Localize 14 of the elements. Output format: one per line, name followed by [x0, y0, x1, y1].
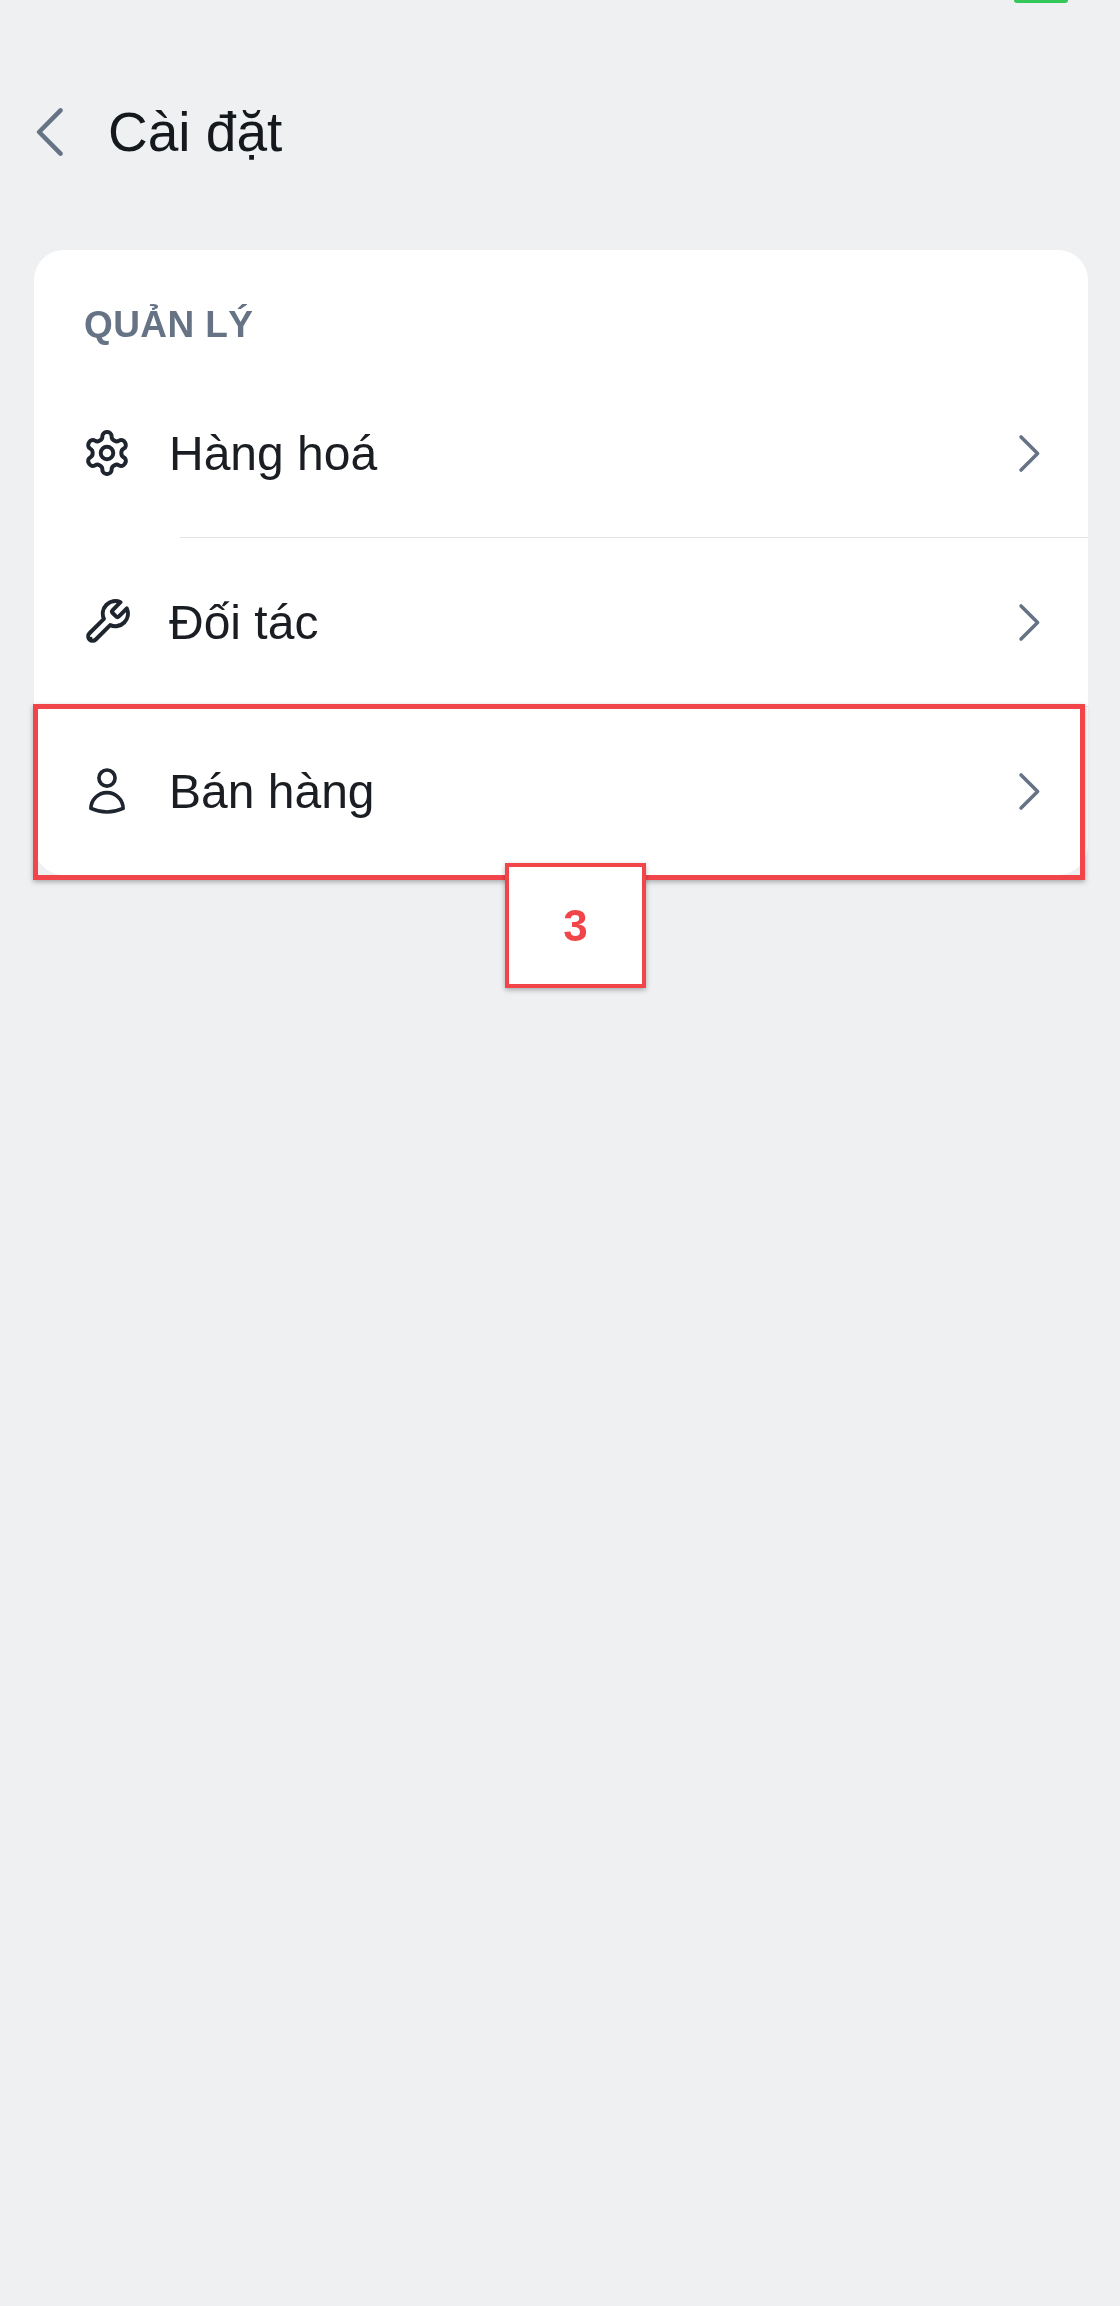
status-pill-icon	[1014, 0, 1068, 3]
section-heading: QUẢN LÝ	[83, 303, 255, 347]
back-chevron-icon	[36, 107, 64, 157]
settings-item[interactable]: Hàng hoá	[34, 369, 1088, 537]
chevron-right-icon	[1018, 433, 1041, 473]
person-icon	[87, 768, 127, 814]
chevron-right-icon	[1018, 771, 1041, 811]
chevron-right-icon	[1018, 602, 1041, 642]
back-button[interactable]	[36, 107, 64, 157]
page-title: Cài đặt	[108, 100, 283, 165]
settings-item[interactable]: Đối tác	[34, 538, 1088, 706]
gear-icon	[84, 430, 130, 476]
step-badge: 3	[505, 863, 646, 988]
wrench-icon	[84, 599, 130, 645]
